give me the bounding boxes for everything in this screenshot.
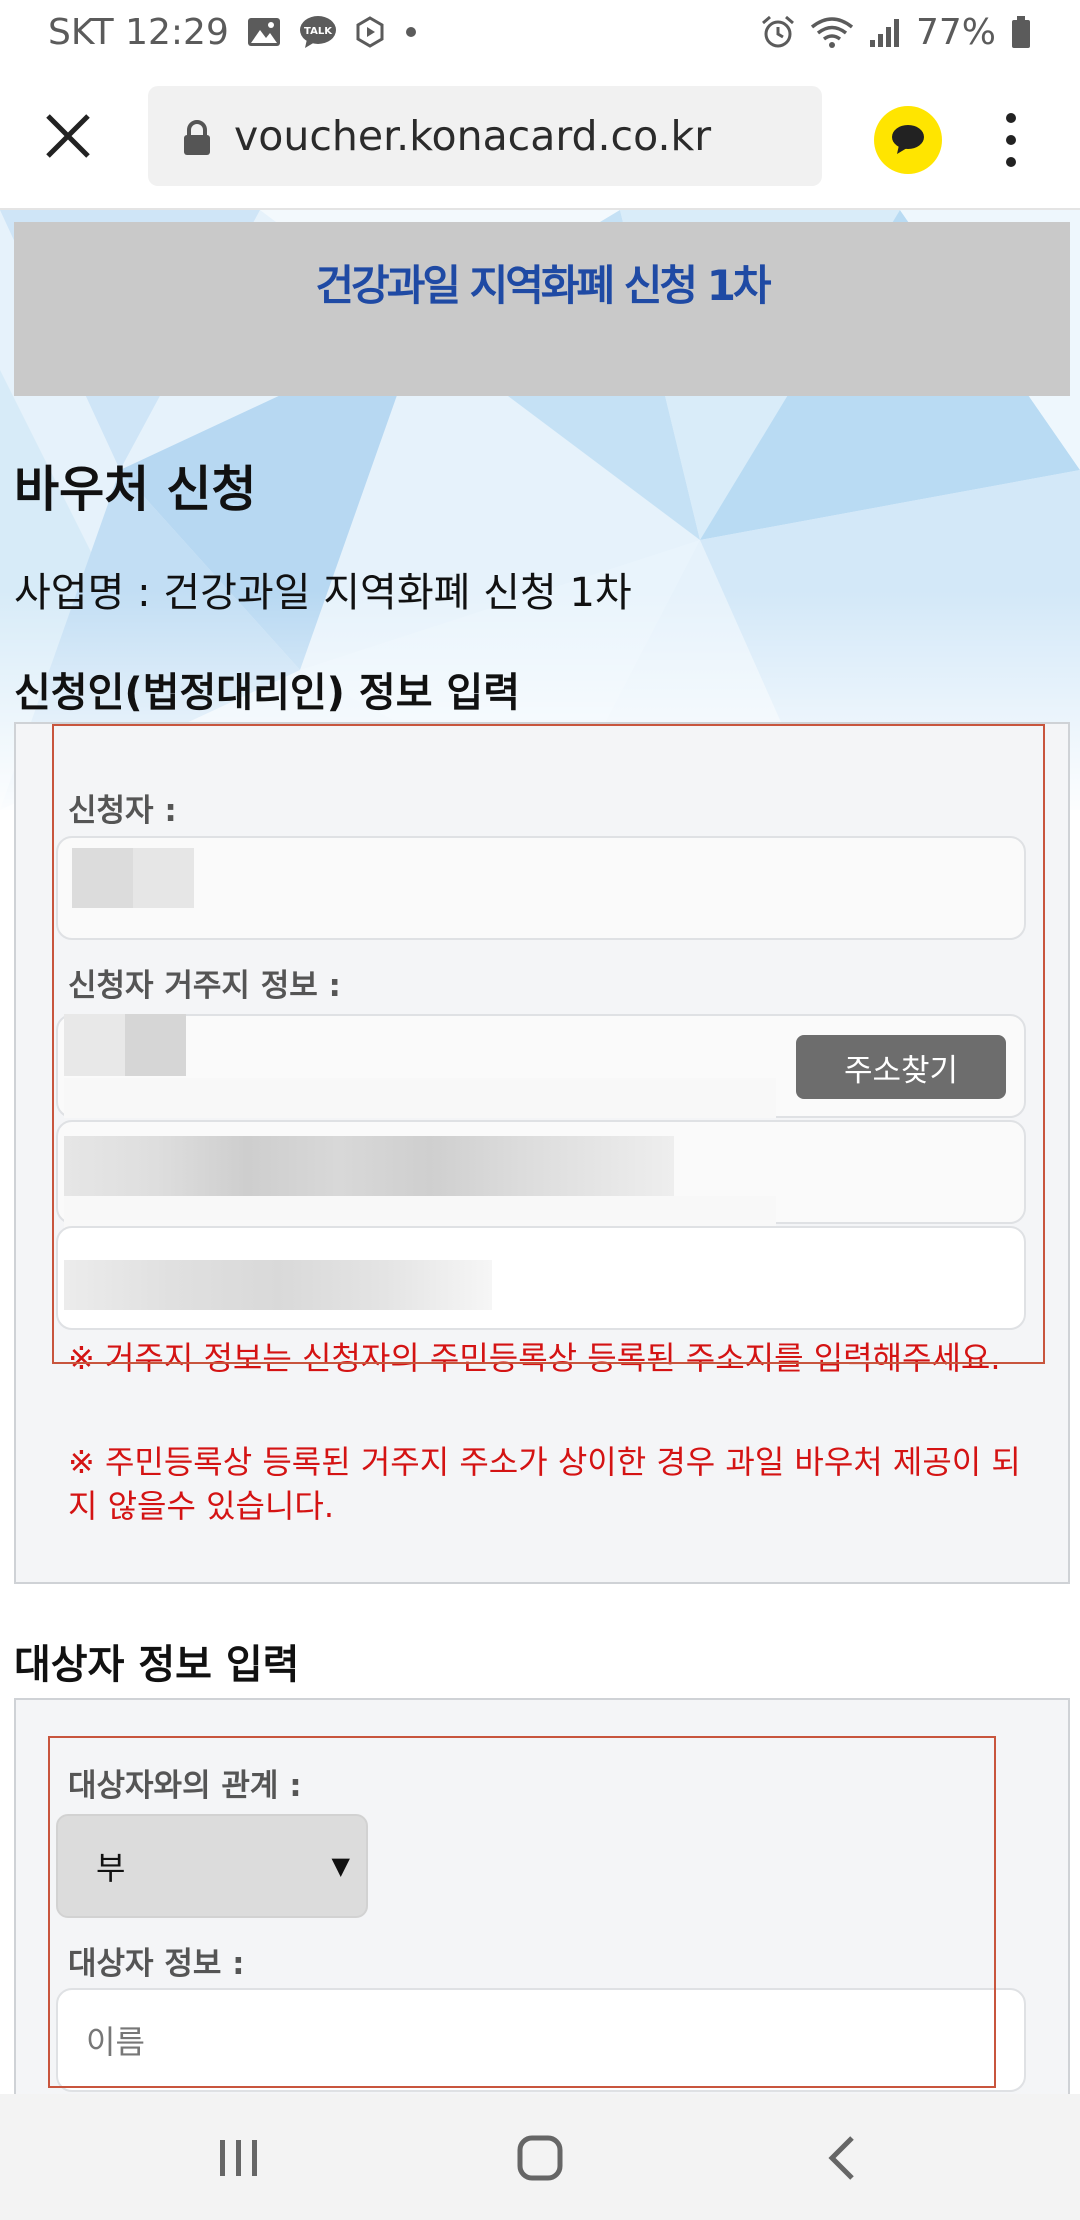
url-bar[interactable]: voucher.konacard.co.kr [148, 86, 822, 186]
alarm-icon [760, 14, 796, 50]
battery-icon [1010, 15, 1032, 49]
shield-icon [355, 16, 385, 48]
navigation-bar [0, 2094, 1080, 2220]
signal-icon [868, 16, 902, 48]
talk-badge-text: TALK [304, 26, 333, 37]
talk-icon: TALK [299, 15, 337, 49]
highlight-frame [48, 1736, 996, 2088]
recent-apps-icon[interactable] [208, 2132, 268, 2184]
banner-title: 건강과일 지역화폐 신청 1차 [315, 261, 771, 310]
page-title: 바우처 신청 [14, 461, 257, 518]
dot-icon [403, 24, 419, 40]
url-text: voucher.konacard.co.kr [234, 112, 712, 160]
browser-toolbar: voucher.konacard.co.kr [0, 64, 1080, 210]
lock-icon [182, 118, 212, 155]
screen: SKT 12:29 TALK 77% voucher.konacard.co.k… [0, 0, 1080, 2220]
web-page: 건강과일 지역화폐 신청 1차 바우처 신청 사업명 : 건강과일 지역화폐 신… [0, 210, 1080, 2094]
more-vert-icon[interactable] [990, 110, 1032, 170]
carrier-time: SKT 12:29 [48, 11, 229, 53]
notice-mismatch: ※ 주민등록상 등록된 거주지 주소가 상이한 경우 과일 바우처 제공이 되지… [68, 1443, 1021, 1525]
business-name: 사업명 : 건강과일 지역화폐 신청 1차 [14, 570, 632, 616]
gallery-icon [247, 17, 281, 47]
close-icon[interactable] [40, 108, 96, 164]
banner: 건강과일 지역화폐 신청 1차 [14, 222, 1070, 396]
status-bar: SKT 12:29 TALK 77% [0, 0, 1080, 64]
wifi-icon [810, 15, 854, 49]
target-section-title: 대상자 정보 입력 [14, 1642, 300, 1688]
kakaotalk-icon[interactable] [874, 106, 942, 174]
home-icon[interactable] [510, 2132, 570, 2184]
battery-percent: 77% [915, 11, 996, 53]
highlight-frame [52, 724, 1045, 1364]
applicant-section-title: 신청인(법정대리인) 정보 입력 [14, 670, 521, 716]
back-icon[interactable] [812, 2132, 872, 2184]
